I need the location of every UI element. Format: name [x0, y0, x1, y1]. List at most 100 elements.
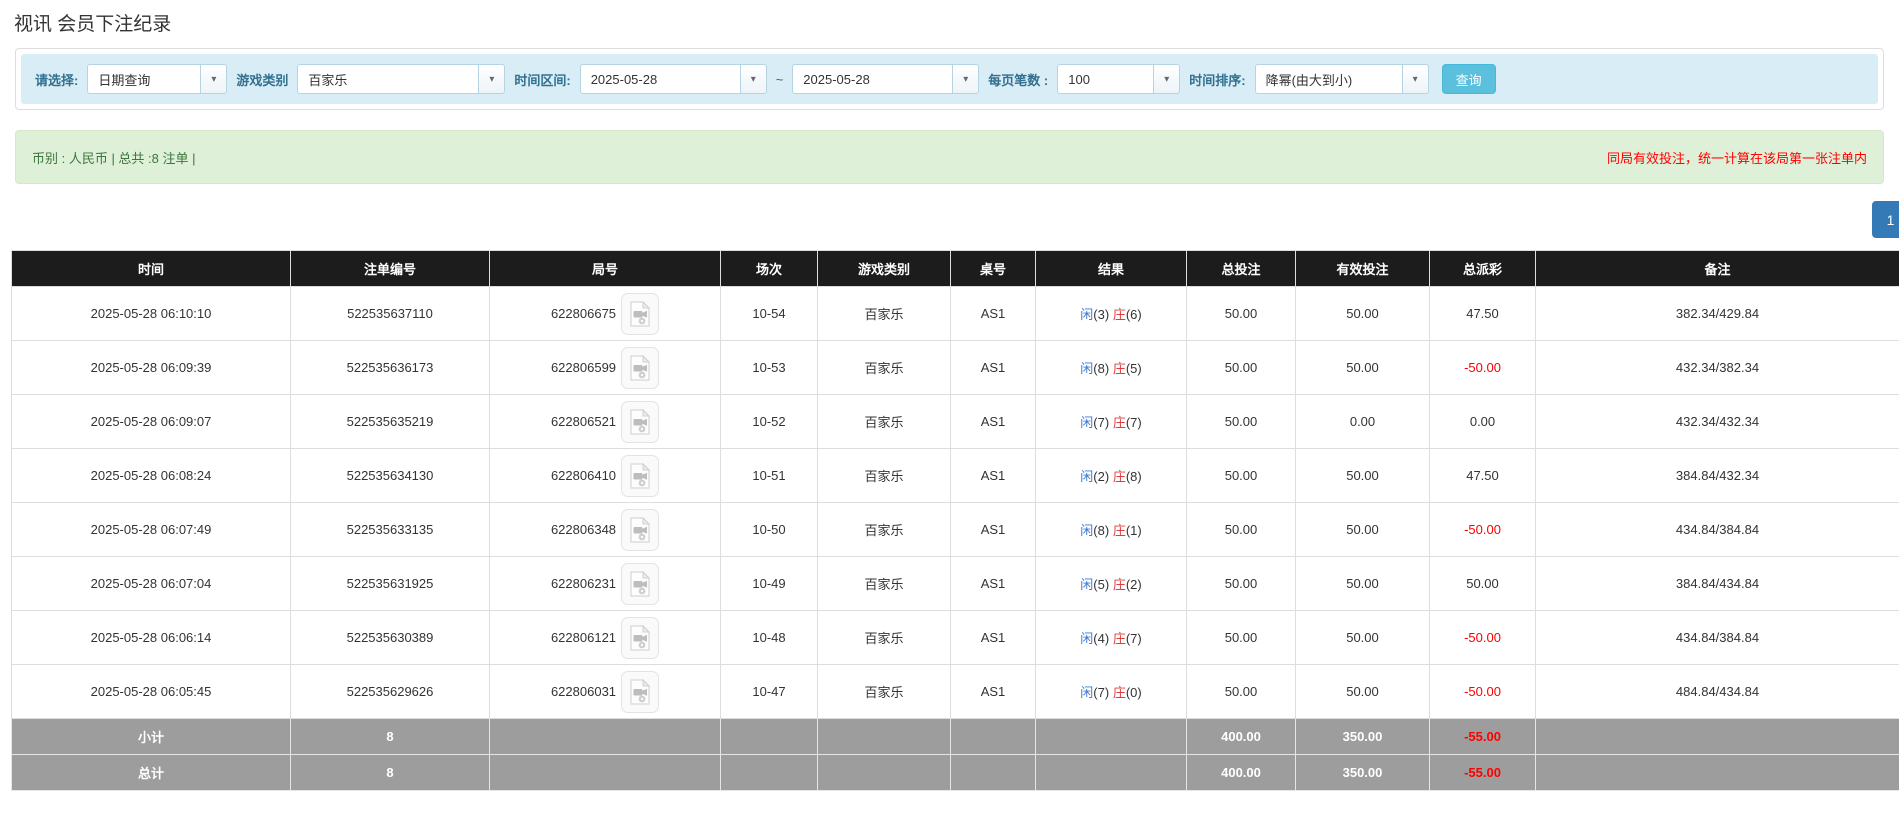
page-1-button[interactable]: 1 [1872, 201, 1899, 238]
cell-note: 384.84/434.84 [1536, 557, 1899, 611]
table-row: 2025-05-28 06:10:10 522535637110 6228066… [12, 287, 1899, 341]
cell-time: 2025-05-28 06:08:24 [12, 449, 291, 503]
result-banker-label: 庄 [1113, 307, 1126, 322]
page-size-value[interactable]: 100 [1057, 64, 1153, 94]
video-record-icon[interactable] [621, 401, 659, 443]
cell-bet-id: 522535634130 [291, 449, 490, 503]
cell-result: 闲(3) 庄(6) [1036, 287, 1187, 341]
result-player-label: 闲 [1080, 361, 1093, 376]
header-total-bet: 总投注 [1187, 251, 1296, 287]
cell-total-bet-link[interactable]: 50.00 [1187, 341, 1296, 395]
cell-time: 2025-05-28 06:10:10 [12, 287, 291, 341]
video-record-icon[interactable] [621, 563, 659, 605]
sort-dropdown[interactable]: 降幂(由大到小) ▾ [1255, 64, 1429, 94]
result-player-label: 闲 [1080, 685, 1093, 700]
cell-valid-bet: 50.00 [1296, 287, 1430, 341]
video-record-icon[interactable] [621, 671, 659, 713]
cell-total-bet-link[interactable]: 50.00 [1187, 611, 1296, 665]
table-row: 2025-05-28 06:09:39 522535636173 6228065… [12, 341, 1899, 395]
page-size-dropdown[interactable]: 100 ▾ [1057, 64, 1180, 94]
round-id-value: 622806121 [551, 630, 616, 645]
result-player-score: (8) [1093, 361, 1109, 376]
result-banker-score: (1) [1126, 523, 1142, 538]
sort-value[interactable]: 降幂(由大到小) [1255, 64, 1402, 94]
result-banker-label: 庄 [1113, 631, 1126, 646]
query-type-value[interactable]: 日期查询 [87, 64, 200, 94]
cell-valid-bet: 50.00 [1296, 557, 1430, 611]
cell-payout: 47.50 [1430, 449, 1536, 503]
chevron-down-icon[interactable]: ▾ [952, 64, 979, 94]
result-player-label: 闲 [1080, 577, 1093, 592]
subtotal-row: 小计 8 400.00 350.00 -55.00 [12, 719, 1899, 755]
cell-session: 10-47 [721, 665, 818, 719]
chevron-down-icon[interactable]: ▾ [1402, 64, 1429, 94]
cell-total-bet-link[interactable]: 50.00 [1187, 503, 1296, 557]
round-id-value: 622806521 [551, 414, 616, 429]
cell-total-bet-link[interactable]: 50.00 [1187, 449, 1296, 503]
cell-valid-bet: 50.00 [1296, 611, 1430, 665]
cell-valid-bet: 50.00 [1296, 503, 1430, 557]
game-type-value[interactable]: 百家乐 [297, 64, 478, 94]
date-to-value[interactable]: 2025-05-28 [792, 64, 952, 94]
cell-total-bet-link[interactable]: 50.00 [1187, 557, 1296, 611]
total-payout: -55.00 [1430, 755, 1536, 791]
total-valid-bet: 350.00 [1296, 755, 1430, 791]
cell-table-no: AS1 [951, 557, 1036, 611]
cell-total-bet-link[interactable]: 50.00 [1187, 665, 1296, 719]
video-record-icon[interactable] [621, 293, 659, 335]
cell-result: 闲(4) 庄(7) [1036, 611, 1187, 665]
cell-valid-bet: 0.00 [1296, 395, 1430, 449]
chevron-down-icon[interactable]: ▾ [478, 64, 505, 94]
table-row: 2025-05-28 06:07:49 522535633135 6228063… [12, 503, 1899, 557]
cell-note: 434.84/384.84 [1536, 611, 1899, 665]
result-player-score: (2) [1093, 469, 1109, 484]
cell-table-no: AS1 [951, 449, 1036, 503]
cell-time: 2025-05-28 06:05:45 [12, 665, 291, 719]
notice-text: 同局有效投注，统一计算在该局第一张注单内 [1607, 148, 1867, 167]
table-header-row: 时间 注单编号 局号 场次 游戏类别 桌号 结果 总投注 有效投注 总派彩 备注 [12, 251, 1899, 287]
cell-total-bet-link[interactable]: 50.00 [1187, 287, 1296, 341]
date-to-picker[interactable]: 2025-05-28 ▾ [792, 64, 979, 94]
round-id-value: 622806348 [551, 522, 616, 537]
cell-result: 闲(2) 庄(8) [1036, 449, 1187, 503]
chevron-down-icon[interactable]: ▾ [1153, 64, 1180, 94]
total-label: 总计 [12, 755, 291, 791]
video-record-icon[interactable] [621, 509, 659, 551]
result-banker-label: 庄 [1113, 523, 1126, 538]
cell-game-type: 百家乐 [818, 449, 951, 503]
result-player-score: (8) [1093, 523, 1109, 538]
video-record-icon[interactable] [621, 617, 659, 659]
header-bet-id: 注单编号 [291, 251, 490, 287]
header-time: 时间 [12, 251, 291, 287]
chevron-down-icon[interactable]: ▾ [740, 64, 767, 94]
cell-result: 闲(7) 庄(7) [1036, 395, 1187, 449]
cell-payout: 47.50 [1430, 287, 1536, 341]
query-type-dropdown[interactable]: 日期查询 ▾ [87, 64, 227, 94]
result-banker-label: 庄 [1113, 577, 1126, 592]
result-player-label: 闲 [1080, 631, 1093, 646]
result-banker-score: (5) [1126, 361, 1142, 376]
cell-valid-bet: 50.00 [1296, 665, 1430, 719]
cell-result: 闲(8) 庄(5) [1036, 341, 1187, 395]
currency-total-text: 币别 : 人民币 | 总共 :8 注单 | [32, 148, 196, 167]
date-from-picker[interactable]: 2025-05-28 ▾ [580, 64, 767, 94]
table-row: 2025-05-28 06:09:07 522535635219 6228065… [12, 395, 1899, 449]
date-from-value[interactable]: 2025-05-28 [580, 64, 740, 94]
cell-session: 10-54 [721, 287, 818, 341]
result-player-score: (7) [1093, 685, 1109, 700]
game-type-dropdown[interactable]: 百家乐 ▾ [297, 64, 505, 94]
result-banker-score: (2) [1126, 577, 1142, 592]
cell-payout: -50.00 [1430, 503, 1536, 557]
video-record-icon[interactable] [621, 347, 659, 389]
cell-payout: 0.00 [1430, 395, 1536, 449]
cell-game-type: 百家乐 [818, 287, 951, 341]
result-player-score: (3) [1093, 307, 1109, 322]
search-button[interactable]: 查询 [1442, 64, 1496, 94]
cell-table-no: AS1 [951, 287, 1036, 341]
chevron-down-icon[interactable]: ▾ [200, 64, 227, 94]
cell-session: 10-51 [721, 449, 818, 503]
cell-valid-bet: 50.00 [1296, 341, 1430, 395]
cell-round-id: 622806121 [490, 611, 721, 665]
video-record-icon[interactable] [621, 455, 659, 497]
cell-total-bet-link[interactable]: 50.00 [1187, 395, 1296, 449]
